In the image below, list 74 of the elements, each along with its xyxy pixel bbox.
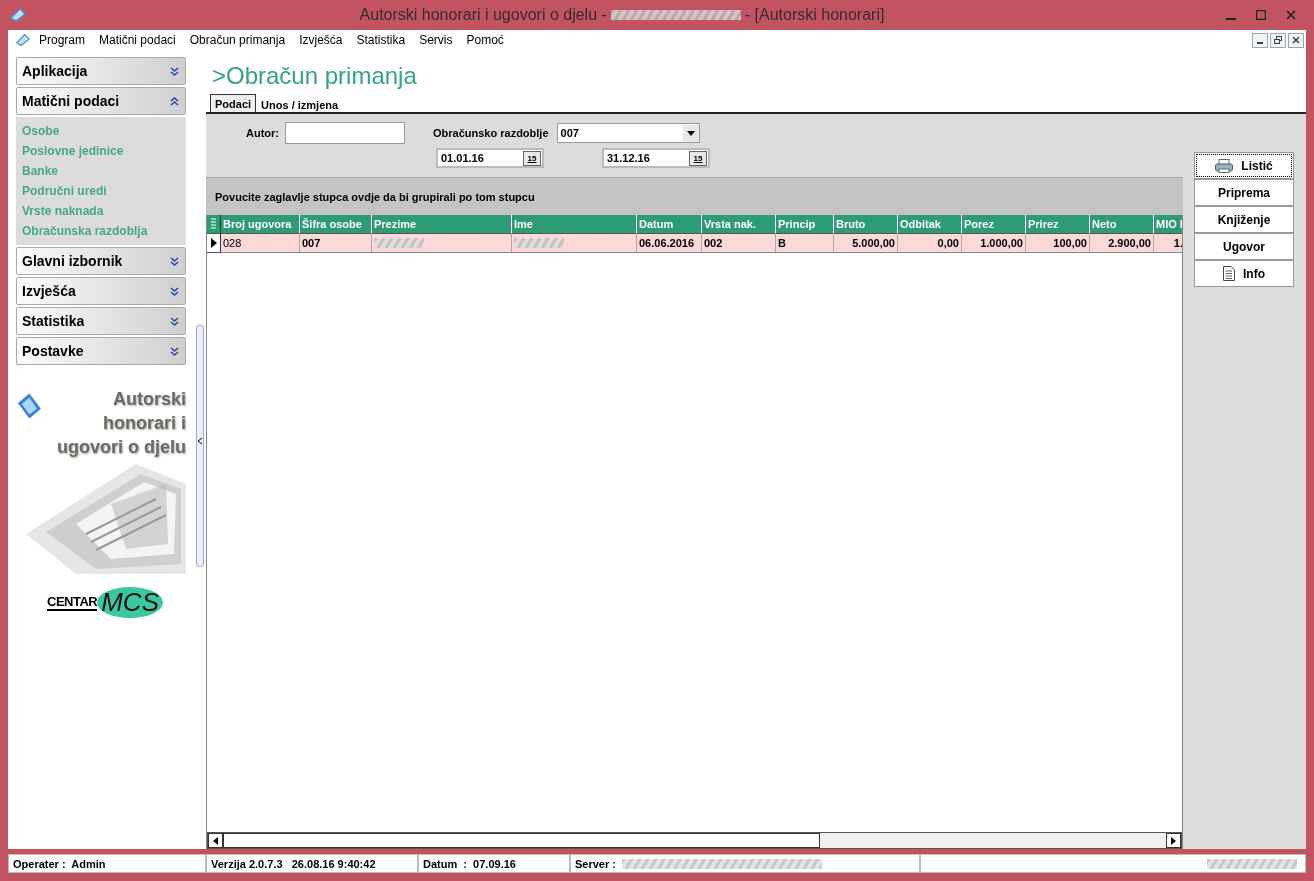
author-field[interactable] <box>285 122 405 144</box>
window-title: - [Autorski honorari] <box>744 6 885 24</box>
table-cell: 1. <box>1154 234 1182 253</box>
field-label: Autor: <box>246 127 279 139</box>
scroll-right-button[interactable] <box>1166 833 1181 848</box>
operator-status: Operater : Admin <box>13 857 106 870</box>
table-cell: 100,00 <box>1026 234 1090 253</box>
calendar-button[interactable]: 15 <box>523 150 541 166</box>
sidebar-section[interactable]: Statistika <box>16 307 186 335</box>
sidebar-section[interactable]: Glavni izbornik <box>16 247 186 275</box>
app-icon <box>14 32 32 48</box>
sidebar-section[interactable]: Izvješća <box>16 277 186 305</box>
minimize-button[interactable] <box>1252 32 1268 48</box>
date-field[interactable]: 31.12.16 15 <box>602 148 710 168</box>
logo-word: CENTAR <box>47 594 98 611</box>
logo-mark: MCS <box>97 587 163 618</box>
action-button[interactable]: Info <box>1194 260 1294 287</box>
menu-item[interactable]: Statistika <box>349 33 413 47</box>
action-button[interactable]: Listić <box>1194 152 1294 179</box>
close-icon <box>1286 10 1296 20</box>
close-icon <box>1292 36 1300 44</box>
date-field[interactable]: 01.01.16 15 <box>436 148 544 168</box>
action-button[interactable]: Priprema <box>1194 179 1294 206</box>
restore-icon <box>1274 36 1282 44</box>
scroll-left-button[interactable] <box>208 833 223 848</box>
page-heading: >Obračun primanja <box>212 62 418 90</box>
version-status: Verzija 2.0.7.3 26.08.16 9:40:42 <box>211 857 376 870</box>
menu-item[interactable]: Servis <box>412 33 460 47</box>
left-arrow-icon <box>213 836 218 845</box>
sidebar-section[interactable]: Matični podaci <box>16 87 186 115</box>
table-cell: 0,00 <box>898 234 962 253</box>
server-status: Server : <box>575 857 616 870</box>
table-cell: 007 <box>300 234 372 253</box>
row-pointer-icon <box>210 238 217 248</box>
action-button[interactable]: Ugovor <box>1194 233 1294 260</box>
restore-button[interactable] <box>1270 32 1286 48</box>
scroll-thumb[interactable] <box>223 833 820 848</box>
tab[interactable]: Unos / izmjena <box>256 96 344 112</box>
menu-item[interactable]: Obračun primanja <box>182 33 293 47</box>
group-hint: Povucite zaglavlje stupca ovdje da bi grupirali po tom stupcu <box>215 190 535 203</box>
banner-title: Autorski honorari i ugovori o djelu <box>56 388 186 459</box>
horizontal-scrollbar[interactable] <box>207 832 1182 849</box>
table-cell: 06.06.2016 <box>637 234 702 253</box>
table-cell: 1.000,00 <box>962 234 1026 253</box>
app-icon <box>8 6 28 24</box>
document-icon <box>1223 266 1235 281</box>
menu-item[interactable]: Izvješća <box>292 33 350 47</box>
table-cell: 2.900,00 <box>1090 234 1154 253</box>
table-cell: 5.000,00 <box>834 234 898 253</box>
period-dropdown[interactable]: 007 <box>556 123 700 143</box>
window-title: Autorski honorari i ugovori o djelu - <box>359 6 607 24</box>
dropdown-button[interactable] <box>682 124 699 142</box>
blurred-text <box>374 238 424 248</box>
table-cell: 002 <box>702 234 776 253</box>
action-button[interactable]: Knjiženje <box>1194 206 1294 233</box>
printer-icon <box>1215 158 1234 173</box>
menu-item[interactable]: Pomoć <box>459 33 511 47</box>
field-label: Obračunsko razdoblje <box>433 127 549 139</box>
maximize-icon <box>1256 10 1266 20</box>
right-arrow-icon <box>1171 836 1176 845</box>
tab[interactable]: Podaci <box>210 94 257 112</box>
menu-item[interactable]: Matični podaci <box>92 33 183 47</box>
close-button[interactable] <box>1288 32 1304 48</box>
table-cell: B <box>776 234 834 253</box>
calendar-button[interactable]: 15 <box>689 150 707 166</box>
sidebar-section[interactable]: Aplikacija <box>16 57 186 85</box>
table-cell: 028 <box>221 234 300 253</box>
sidebar-section[interactable]: Postavke <box>16 337 186 365</box>
date-status: Datum : 07.09.16 <box>423 857 516 870</box>
caret-icon <box>686 130 695 136</box>
minimize-icon <box>1226 18 1236 20</box>
book-icon <box>16 391 43 421</box>
menu-item[interactable]: Program <box>32 33 92 47</box>
blurred-text <box>514 238 564 248</box>
